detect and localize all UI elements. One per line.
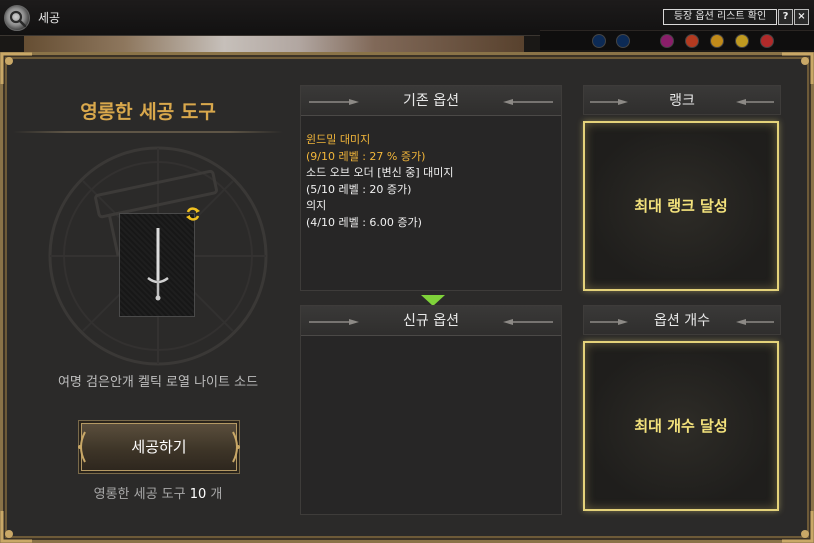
option-line: 의지	[306, 199, 327, 212]
option-line: (5/10 레벨 : 20 증가)	[306, 182, 412, 196]
tool-count-prefix: 영롱한 세공 도구	[93, 487, 186, 502]
corner-ornament	[780, 52, 814, 86]
option-count-title: 옵션 개수	[654, 313, 710, 329]
new-options-title: 신규 옵션	[403, 313, 459, 329]
button-ornament-icon	[78, 431, 86, 463]
sword-icon	[147, 228, 169, 301]
rank-panel: 랭크 최대 랭크 달성	[583, 85, 781, 291]
option-count-header: 옵션 개수	[583, 305, 781, 335]
rank-title: 랭크	[669, 93, 695, 109]
tool-pane: 영롱한 세공 도구 여명 검은안개 켈틱 로열 나이트 소드 세공하기 영롱한 …	[3, 55, 293, 540]
corner-ornament	[780, 509, 814, 543]
option-count-status-box: 최대 개수 달성	[583, 341, 779, 511]
window-title: 세공	[38, 11, 61, 25]
title-bar: 세공 등장 옵션 리스트 확인 ? ×	[0, 0, 814, 50]
tool-count-value: 10	[189, 487, 207, 502]
help-icon[interactable]: ?	[778, 9, 793, 25]
close-icon[interactable]: ×	[794, 9, 809, 25]
option-line: (9/10 레벨 : 27 % 증가)	[306, 149, 426, 163]
existing-options-title: 기존 옵션	[403, 93, 459, 109]
rank-status-box: 최대 랭크 달성	[583, 121, 779, 291]
button-ornament-icon	[232, 431, 240, 463]
tool-count: 영롱한 세공 도구 10 개	[3, 483, 313, 502]
new-options-panel: 신규 옵션	[300, 305, 562, 515]
existing-options-header: 기존 옵션	[301, 86, 561, 116]
search-logo-icon	[4, 5, 30, 31]
option-count-panel: 옵션 개수 최대 개수 달성	[583, 305, 781, 515]
equip-option-list-button[interactable]: 등장 옵션 리스트 확인	[663, 9, 777, 25]
craft-button-label: 세공하기	[131, 438, 187, 456]
item-name: 여명 검은안개 켈틱 로열 나이트 소드	[57, 375, 259, 390]
crafting-window: 영롱한 세공 도구 여명 검은안개 켈틱 로열 나이트 소드 세공하기 영롱한 …	[0, 52, 814, 543]
option-line: 소드 오브 오더 [변신 중] 대미지	[306, 166, 454, 179]
option-count-status: 최대 개수 달성	[634, 417, 728, 435]
tool-count-suffix: 개	[210, 487, 223, 502]
rank-status: 최대 랭크 달성	[634, 197, 728, 215]
existing-options-panel: 기존 옵션 윈드밀 대미지 (9/10 레벨 : 27 % 증가) 소드 오브 …	[300, 85, 562, 291]
rank-header: 랭크	[583, 85, 781, 115]
swap-icon[interactable]	[185, 207, 201, 221]
tool-name: 영롱한 세공 도구	[80, 101, 216, 123]
option-line: 윈드밀 대미지	[306, 133, 371, 146]
craft-button[interactable]: 세공하기	[78, 423, 240, 471]
option-line: (4/10 레벨 : 6.00 증가)	[306, 215, 422, 229]
new-options-header: 신규 옵션	[301, 306, 561, 336]
existing-options-list: 윈드밀 대미지 (9/10 레벨 : 27 % 증가) 소드 오브 오더 [변신…	[306, 132, 454, 231]
item-slot[interactable]	[119, 213, 195, 317]
divider	[13, 131, 283, 133]
background-hud-strip	[540, 30, 814, 50]
